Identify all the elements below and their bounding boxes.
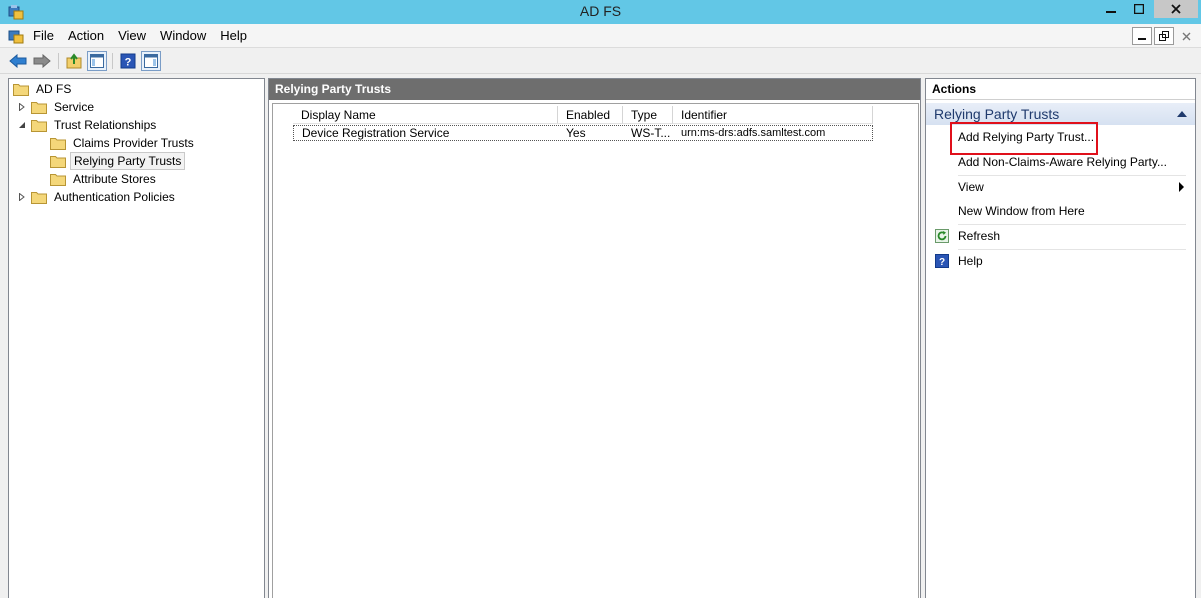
folder-icon — [31, 118, 47, 132]
minimize-button[interactable] — [1098, 0, 1124, 18]
column-header-enabled[interactable]: Enabled — [558, 106, 623, 124]
collapse-arrow-icon[interactable] — [17, 120, 27, 130]
cell-type: WS-T... — [631, 126, 671, 140]
action-new-window-from-here[interactable]: New Window from Here — [934, 200, 1186, 222]
menu-file[interactable]: File — [26, 28, 61, 44]
up-one-level-icon[interactable] — [64, 51, 84, 71]
tree-item-label: AD FS — [36, 82, 72, 96]
child-restore-button[interactable] — [1154, 27, 1174, 45]
action-label: Refresh — [958, 229, 1001, 243]
refresh-icon — [934, 228, 950, 244]
maximize-button[interactable] — [1126, 0, 1152, 18]
list-row[interactable]: Device Registration Service Yes WS-T... … — [293, 125, 873, 141]
mmc-console-icon[interactable] — [8, 28, 24, 44]
folder-icon — [31, 100, 47, 114]
console-tree: AD FS Service Trust Relationships Claims… — [8, 78, 265, 598]
tree-item-claims-provider-trusts[interactable]: Claims Provider Trusts — [50, 134, 197, 152]
toolbar: ? — [0, 48, 1201, 74]
svg-text:?: ? — [125, 57, 132, 69]
tree-item-relying-party-trusts[interactable]: Relying Party Trusts — [50, 152, 186, 170]
child-minimize-button[interactable] — [1132, 27, 1152, 45]
results-list: Display Name Enabled Type Identifier Dev… — [272, 103, 919, 598]
folder-icon — [31, 190, 47, 204]
tree-item-label: Claims Provider Trusts — [73, 136, 194, 150]
action-label: Help — [958, 254, 983, 268]
menu-help[interactable]: Help — [213, 28, 254, 44]
tree-item-adfs[interactable]: AD FS — [13, 80, 74, 98]
svg-text:?: ? — [939, 257, 945, 268]
folder-icon — [50, 172, 66, 186]
column-header-identifier[interactable]: Identifier — [673, 106, 873, 124]
action-label: New Window from Here — [958, 204, 1085, 218]
tree-item-label: Service — [54, 100, 95, 114]
help-icon: ? — [934, 253, 950, 269]
close-button[interactable] — [1154, 0, 1198, 18]
expand-arrow-icon[interactable] — [17, 192, 27, 202]
tree-item-label: Authentication Policies — [54, 190, 175, 204]
tree-item-service[interactable]: Service — [17, 98, 97, 116]
results-pane-title: Relying Party Trusts — [269, 79, 920, 100]
show-hide-action-pane-icon[interactable] — [141, 51, 161, 71]
tree-item-authentication-policies[interactable]: Authentication Policies — [17, 188, 178, 206]
forward-arrow-icon[interactable] — [32, 51, 52, 71]
action-label: Add Non-Claims-Aware Relying Party... — [958, 155, 1167, 169]
cell-enabled: Yes — [566, 126, 586, 140]
tree-item-attribute-stores[interactable]: Attribute Stores — [50, 170, 159, 188]
tree-item-label: Attribute Stores — [73, 172, 156, 186]
folder-icon — [50, 136, 66, 150]
child-close-button[interactable] — [1176, 27, 1196, 45]
actions-section-label: Relying Party Trusts — [934, 106, 1060, 122]
menu-action[interactable]: Action — [61, 28, 111, 44]
folder-icon — [50, 154, 66, 168]
menu-bar: File Action View Window Help — [0, 24, 1201, 48]
tree-item-label: Relying Party Trusts — [70, 152, 186, 170]
action-refresh[interactable]: Refresh — [934, 225, 1186, 247]
action-help[interactable]: ? Help — [934, 250, 1186, 272]
list-header: Display Name Enabled Type Identifier — [293, 106, 873, 124]
tree-item-label: Trust Relationships — [54, 118, 157, 132]
action-label: View — [958, 180, 984, 194]
title-bar: AD FS — [0, 0, 1201, 24]
submenu-arrow-icon — [1179, 182, 1184, 192]
column-header-display-name[interactable]: Display Name — [293, 106, 558, 124]
folder-icon — [13, 82, 29, 96]
action-view[interactable]: View — [934, 176, 1186, 198]
cell-identifier: urn:ms-drs:adfs.samltest.com — [681, 127, 826, 139]
cell-display-name: Device Registration Service — [302, 126, 450, 140]
show-hide-tree-icon[interactable] — [87, 51, 107, 71]
collapse-section-icon[interactable] — [1177, 111, 1187, 117]
back-arrow-icon[interactable] — [8, 51, 28, 71]
help-icon[interactable]: ? — [118, 51, 138, 71]
actions-pane: Actions Relying Party Trusts Add Relying… — [925, 78, 1196, 598]
window-title: AD FS — [579, 3, 622, 19]
tree-item-trust-relationships[interactable]: Trust Relationships — [17, 116, 159, 134]
highlight-annotation-box — [950, 122, 1098, 155]
actions-pane-title: Actions — [926, 79, 1195, 100]
menu-window[interactable]: Window — [153, 28, 213, 44]
column-header-type[interactable]: Type — [623, 106, 673, 124]
menu-view[interactable]: View — [111, 28, 153, 44]
expand-arrow-icon[interactable] — [17, 102, 27, 112]
results-pane: Relying Party Trusts Display Name Enable… — [268, 78, 921, 598]
